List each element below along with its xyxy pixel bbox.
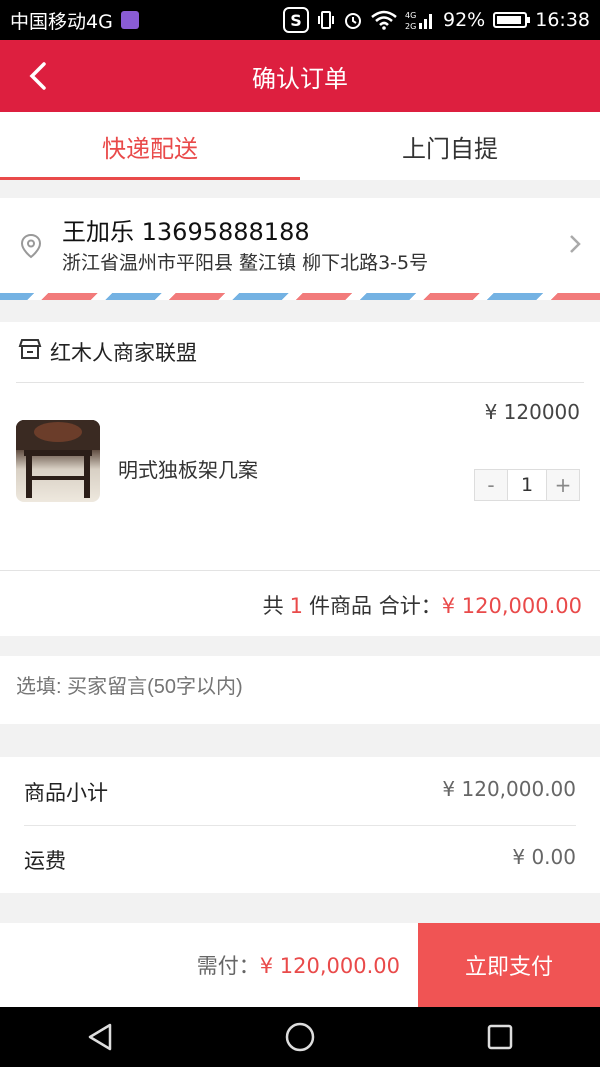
subtotal-value: ¥ 120,000.00 [442,777,576,801]
product-name[interactable]: 明式独板架几案 [118,454,258,483]
recipient-row: 王加乐 13695888188 [62,212,310,247]
chevron-right-icon [568,233,582,259]
status-bar: 中国移动4G S 4G 2G 92% 16:38 [0,0,600,40]
product-image[interactable] [16,420,100,502]
clock: 16:38 [535,9,590,31]
address-detail: 浙江省温州市平阳县 鳌江镇 柳下北路3-5号 [62,252,429,274]
delivery-tabs: 快递配送 上门自提 [0,112,600,180]
recipient-phone: 13695888188 [141,218,310,246]
alarm-icon [343,10,363,30]
battery-icon [493,12,531,28]
shop-name: 红木人商家联盟 [50,341,197,365]
app-bar: 确认订单 [0,40,600,112]
item-count: 1 [289,594,304,618]
checkout-bar: 需付：¥ 120,000.00 立即支付 [0,923,600,1007]
total-prefix: 共 [262,594,284,618]
tab-express-delivery[interactable]: 快递配送 [0,112,300,180]
carrier-label: 中国移动4G [10,10,113,33]
amount-due: 需付：¥ 120,000.00 [0,950,418,980]
store-icon [18,338,42,364]
quantity-value[interactable]: 1 [507,470,547,500]
square-recents-icon [487,1024,513,1050]
total-suffix: 件商品 合计： [309,594,442,618]
back-button[interactable] [18,56,58,96]
wifi-icon [371,10,397,30]
subtotal-label: 商品小计 [24,781,108,805]
decrease-button[interactable]: - [475,470,507,500]
app-s-icon: S [283,7,309,33]
nav-recents-button[interactable] [470,1007,530,1067]
divider [24,825,576,826]
location-pin-icon [20,233,42,263]
chevron-left-icon [29,62,46,90]
product-price: ¥ 120000 [484,400,580,424]
vibrate-icon [317,10,335,30]
divider [16,382,584,383]
amount-due-label: 需付： [196,954,260,978]
buyer-message-input[interactable] [16,676,576,699]
divider [0,570,600,571]
shipping-value: ¥ 0.00 [512,845,576,869]
circle-home-icon [285,1022,315,1052]
triangle-back-icon [88,1023,112,1051]
svg-text:4G: 4G [405,11,416,20]
system-nav-bar [0,1007,600,1067]
svg-text:2G: 2G [405,22,416,31]
amount-due-value: ¥ 120,000.00 [259,954,400,978]
signal-icon: 4G 2G [405,9,435,31]
battery-percent: 92% [443,9,486,31]
envelope-stripe [0,293,600,300]
page-title: 确认订单 [252,64,348,93]
shipping-row: 运费 ¥ 0.00 [24,845,576,875]
quantity-stepper: - 1 + [474,469,580,501]
nav-home-button[interactable] [270,1007,330,1067]
subtotal-row: 商品小计 ¥ 120,000.00 [24,777,576,807]
increase-button[interactable]: + [547,470,579,500]
pay-now-button[interactable]: 立即支付 [418,923,600,1007]
recipient-name: 王加乐 [62,218,134,246]
tab-self-pickup[interactable]: 上门自提 [300,112,600,180]
nav-back-button[interactable] [70,1007,130,1067]
sim-icon [120,11,139,29]
total-amount: ¥ 120,000.00 [441,594,582,618]
order-total: 共 1 件商品 合计： ¥ 120,000.00 [263,590,582,620]
shipping-label: 运费 [24,849,66,873]
